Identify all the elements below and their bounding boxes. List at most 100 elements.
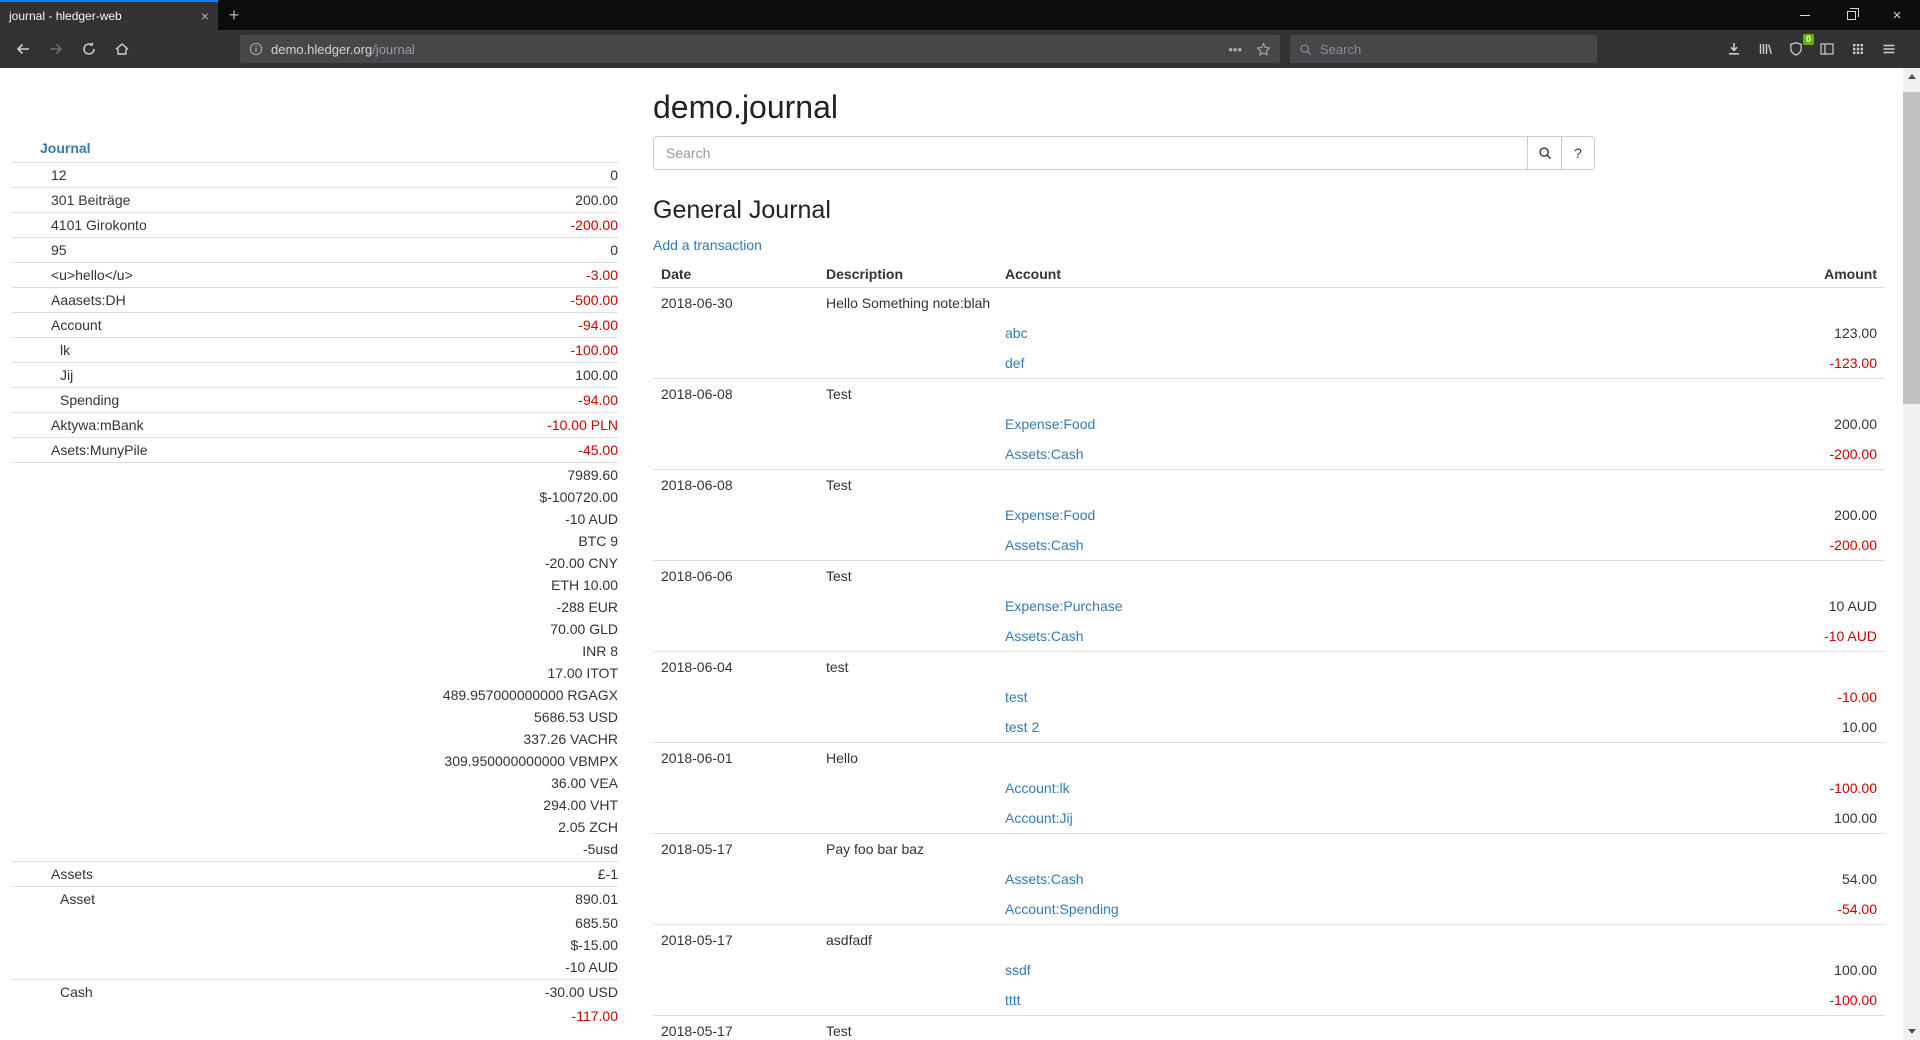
home-button[interactable] bbox=[107, 34, 137, 64]
transaction-row: 2018-05-17Pay foo bar baz bbox=[653, 834, 1885, 865]
posting-account-link[interactable]: Assets:Cash bbox=[1005, 628, 1084, 644]
search-help-button[interactable]: ? bbox=[1562, 136, 1595, 170]
sidebar-account-link[interactable]: Spending bbox=[12, 389, 119, 411]
sidebar-account-link[interactable]: Asets:MunyPile bbox=[12, 439, 147, 461]
posting-row: Account:Jij100.00 bbox=[653, 803, 1885, 834]
posting-account-link[interactable]: Account:Jij bbox=[1005, 810, 1073, 826]
posting-amount: -200.00 bbox=[1665, 439, 1885, 470]
url-domain: demo.hledger.org bbox=[271, 42, 372, 57]
balance-amount: 294.00 VHT bbox=[443, 794, 618, 816]
page-content: Journal 120301 Beiträge200.004101 Giroko… bbox=[0, 68, 1903, 1040]
toolbar-search[interactable]: Search bbox=[1290, 35, 1597, 63]
balance-amount: 890.01 bbox=[575, 888, 618, 910]
sidebar-account-link[interactable]: 301 Beiträge bbox=[12, 189, 130, 211]
posting-account-cell: test 2 bbox=[997, 712, 1665, 743]
restore-button[interactable] bbox=[1828, 0, 1874, 30]
posting-row: Expense:Purchase10 AUD bbox=[653, 591, 1885, 621]
page-actions-icon[interactable]: ••• bbox=[1228, 42, 1242, 57]
scrollbar-thumb[interactable] bbox=[1903, 92, 1920, 404]
main-column: demo.journal ? General Journal Add a tra… bbox=[618, 68, 1903, 1040]
posting-account-link[interactable]: def bbox=[1005, 355, 1024, 371]
balance-amount: -30.00 USD bbox=[545, 981, 618, 1003]
posting-account-link[interactable]: Assets:Cash bbox=[1005, 871, 1084, 887]
posting-amount: -100.00 bbox=[1665, 773, 1885, 803]
reload-button[interactable] bbox=[74, 34, 104, 64]
page-title: demo.journal bbox=[653, 89, 1885, 126]
sidebar-journal-link[interactable]: Journal bbox=[12, 134, 618, 162]
site-info-icon[interactable] bbox=[249, 42, 263, 56]
forward-button[interactable] bbox=[41, 34, 71, 64]
add-transaction-link[interactable]: Add a transaction bbox=[653, 237, 762, 253]
sidebar-account-link[interactable]: 12 bbox=[12, 164, 67, 186]
url-bar[interactable]: demo.hledger.org/journal ••• bbox=[240, 35, 1280, 63]
transaction-date: 2018-06-08 bbox=[653, 379, 818, 410]
minimize-button[interactable] bbox=[1782, 0, 1828, 30]
posting-account-link[interactable]: ssdf bbox=[1005, 962, 1031, 978]
sidebar-account-balance: -100.00 bbox=[571, 339, 618, 361]
scrollbar-down-arrow[interactable] bbox=[1903, 1023, 1920, 1040]
library-button[interactable] bbox=[1751, 34, 1779, 64]
sidebar-account-balance: £-1 bbox=[598, 863, 618, 885]
sidebar-account-link[interactable]: Account bbox=[12, 314, 102, 336]
download-icon bbox=[1726, 41, 1742, 57]
sidebar-account-row: -117.00 bbox=[12, 1004, 618, 1028]
journal-table: Date Description Account Amount 2018-06-… bbox=[653, 261, 1885, 1040]
bookmark-star-icon[interactable] bbox=[1256, 42, 1271, 57]
posting-account-link[interactable]: test 2 bbox=[1005, 719, 1039, 735]
new-tab-button[interactable]: + bbox=[218, 0, 250, 30]
posting-account-link[interactable]: Expense:Food bbox=[1005, 416, 1095, 432]
sidebar-account-row: lk -100.00 bbox=[12, 337, 618, 362]
balance-amount: 489.957000000000 RGAGX bbox=[443, 684, 618, 706]
sidebar-account-link[interactable]: lk bbox=[12, 339, 70, 361]
sidebar-account-link[interactable]: Aktywa:mBank bbox=[12, 414, 144, 436]
sidebar-account-row: Asset 890.01 bbox=[12, 886, 618, 911]
posting-account-link[interactable]: test bbox=[1005, 689, 1028, 705]
posting-account-link[interactable]: Account:Spending bbox=[1005, 901, 1119, 917]
close-button[interactable]: × bbox=[1874, 0, 1920, 30]
browser-tab[interactable]: journal - hledger-web × bbox=[0, 0, 218, 30]
sidebar-account-balance: -30.00 USD bbox=[545, 981, 618, 1003]
posting-account-link[interactable]: Account:lk bbox=[1005, 780, 1070, 796]
transaction-row: 2018-06-08Test bbox=[653, 379, 1885, 410]
balance-amount: -94.00 bbox=[578, 314, 618, 336]
column-header-description: Description bbox=[818, 261, 997, 288]
sidebar-account-balance: -117.00 bbox=[572, 1005, 618, 1027]
posting-account-link[interactable]: Assets:Cash bbox=[1005, 537, 1084, 553]
posting-spacer bbox=[653, 591, 997, 621]
sidebar-account-link[interactable]: Cash bbox=[12, 981, 93, 1003]
journal-search-input[interactable] bbox=[653, 136, 1528, 170]
transaction-row: 2018-06-30Hello Something note:blah bbox=[653, 288, 1885, 319]
balance-amount: -5usd bbox=[443, 838, 618, 860]
posting-account-link[interactable]: abc bbox=[1005, 325, 1028, 341]
sidebar-account-row: Jij100.00 bbox=[12, 362, 618, 387]
sidebar-account-link[interactable]: Jij bbox=[12, 364, 73, 386]
sidebar-account-link[interactable]: 95 bbox=[12, 239, 67, 261]
transaction-description: test bbox=[818, 652, 1885, 683]
posting-spacer bbox=[653, 409, 997, 439]
vertical-scrollbar[interactable] bbox=[1903, 68, 1920, 1040]
posting-account-cell: def bbox=[997, 348, 1665, 379]
downloads-button[interactable] bbox=[1720, 34, 1748, 64]
posting-account-link[interactable]: Expense:Purchase bbox=[1005, 598, 1123, 614]
search-submit-button[interactable] bbox=[1528, 136, 1562, 170]
posting-account-link[interactable]: tttt bbox=[1005, 992, 1021, 1008]
posting-spacer bbox=[653, 318, 997, 348]
sidebars-button[interactable] bbox=[1813, 34, 1841, 64]
sidebar-account-link[interactable]: 4101 Girokonto bbox=[12, 214, 147, 236]
accounts-sidebar: Journal 120301 Beiträge200.004101 Giroko… bbox=[12, 134, 618, 1040]
back-button[interactable] bbox=[8, 34, 38, 64]
sidebar-account-link[interactable]: Assets bbox=[12, 863, 93, 885]
posting-account-link[interactable]: Expense:Food bbox=[1005, 507, 1095, 523]
tab-close-icon[interactable]: × bbox=[201, 9, 209, 23]
scrollbar-up-arrow[interactable] bbox=[1903, 68, 1920, 85]
url-path: /journal bbox=[372, 42, 415, 57]
menu-button[interactable] bbox=[1875, 34, 1903, 64]
journal-table-body: 2018-06-30Hello Something note:blahabc12… bbox=[653, 288, 1885, 1040]
posting-account-link[interactable]: Assets:Cash bbox=[1005, 446, 1084, 462]
sidebar-account-link[interactable]: <u>hello</u> bbox=[12, 264, 133, 286]
sidebar-account-row: Assets £-1 bbox=[12, 861, 618, 886]
sidebar-account-link[interactable]: Asset bbox=[12, 888, 95, 910]
sidebar-account-link[interactable]: Aaasets:DH bbox=[12, 289, 126, 311]
adblocker-button[interactable]: 0 bbox=[1782, 34, 1810, 64]
apps-grid-button[interactable] bbox=[1844, 34, 1872, 64]
